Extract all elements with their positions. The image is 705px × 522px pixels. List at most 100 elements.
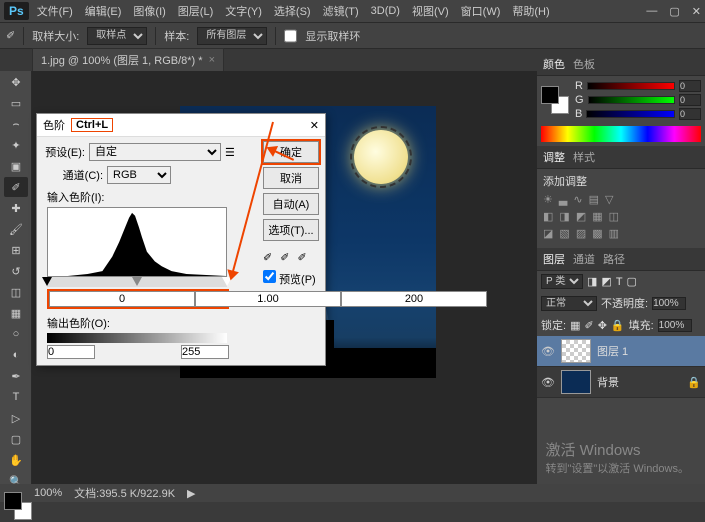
lock-pos-icon[interactable]: ✥ (598, 319, 607, 332)
tab-close-icon[interactable]: × (209, 54, 215, 66)
auto-button[interactable]: 自动(A) (263, 193, 319, 215)
posterize-icon[interactable]: ▧ (559, 227, 569, 240)
blend-mode-select[interactable]: 正常 (541, 296, 597, 311)
menu-filter[interactable]: 滤镜(T) (323, 3, 359, 19)
dodge-tool[interactable]: ◐ (4, 345, 28, 365)
layer-filter-select[interactable]: P 类型 (541, 274, 583, 289)
stamp-tool[interactable]: ⊞ (4, 240, 28, 260)
menu-select[interactable]: 选择(S) (274, 3, 311, 19)
lock-pixels-icon[interactable]: ▦ (570, 319, 580, 332)
filter-icon-2[interactable]: ◩ (601, 275, 611, 288)
close-icon[interactable]: ✕ (692, 5, 701, 18)
menu-help[interactable]: 帮助(H) (512, 3, 549, 19)
menu-3d[interactable]: 3D(D) (371, 5, 400, 17)
eyedropper-white-icon[interactable]: ✐ (297, 251, 306, 264)
preset-menu-icon[interactable]: ☰ (225, 146, 235, 159)
filter-icon-3[interactable]: T (616, 276, 623, 288)
maximize-icon[interactable]: ▢ (669, 5, 679, 18)
eyedropper-black-icon[interactable]: ✐ (263, 251, 272, 264)
options-button[interactable]: 选项(T)... (263, 219, 319, 241)
gradient-tool[interactable]: ▦ (4, 303, 28, 323)
midtone-handle[interactable] (132, 277, 142, 286)
g-input[interactable] (679, 94, 701, 106)
show-ring-checkbox[interactable] (284, 27, 297, 45)
lasso-tool[interactable]: ⌢ (4, 114, 28, 134)
layer-thumb[interactable] (561, 370, 591, 394)
g-slider[interactable] (588, 96, 675, 104)
menu-image[interactable]: 图像(I) (133, 3, 165, 19)
channels-tab[interactable]: 通道 (573, 251, 595, 267)
photo-filter-icon[interactable]: ◩ (576, 210, 586, 223)
channel-mixer-icon[interactable]: ▦ (592, 210, 602, 223)
menu-layer[interactable]: 图层(L) (178, 3, 213, 19)
marquee-tool[interactable]: ▭ (4, 93, 28, 113)
layers-tab[interactable]: 图层 (543, 251, 565, 267)
vibrance-icon[interactable]: ▽ (605, 193, 613, 206)
menu-edit[interactable]: 编辑(E) (85, 3, 122, 19)
swatches-tab[interactable]: 色板 (573, 56, 595, 72)
layer-name[interactable]: 背景 (597, 374, 619, 390)
filter-icon-4[interactable]: ▢ (627, 275, 637, 288)
menu-window[interactable]: 窗口(W) (461, 3, 501, 19)
color-tab[interactable]: 颜色 (543, 56, 565, 72)
visibility-icon[interactable]: 👁 (541, 345, 555, 358)
hue-icon[interactable]: ◧ (543, 210, 553, 223)
preset-select[interactable]: 自定 (89, 143, 221, 161)
layer-row-bg[interactable]: 👁 背景 🔒 (537, 367, 705, 398)
shape-tool[interactable]: ▢ (4, 429, 28, 449)
output-gradient[interactable] (47, 333, 227, 343)
dialog-titlebar[interactable]: 色阶 Ctrl+L ✕ (37, 114, 325, 137)
levels-icon[interactable]: ▃ (559, 193, 567, 206)
document-tab[interactable]: 1.jpg @ 100% (图层 1, RGB/8*) * × (32, 48, 224, 71)
output-low-input[interactable] (47, 345, 95, 359)
filter-icon-1[interactable]: ◨ (587, 275, 597, 288)
eyedropper-gray-icon[interactable]: ✐ (280, 251, 289, 264)
layer-name[interactable]: 图层 1 (597, 343, 628, 359)
dialog-close-icon[interactable]: ✕ (310, 119, 319, 132)
menu-view[interactable]: 视图(V) (412, 3, 449, 19)
menu-type[interactable]: 文字(Y) (225, 3, 262, 19)
r-slider[interactable] (587, 82, 675, 90)
chevron-right-icon[interactable]: ▶ (187, 487, 195, 500)
eyedropper-tool[interactable]: ✐ (4, 177, 28, 197)
spectrum-bar[interactable] (541, 126, 701, 142)
curves-icon[interactable]: ∿ (573, 193, 582, 206)
layer-thumb[interactable] (561, 339, 591, 363)
wand-tool[interactable]: ✦ (4, 135, 28, 155)
menu-file[interactable]: 文件(F) (37, 3, 73, 19)
cancel-button[interactable]: 取消 (263, 167, 319, 189)
r-input[interactable] (679, 80, 701, 92)
exposure-icon[interactable]: ▤ (589, 193, 599, 206)
threshold-icon[interactable]: ▨ (576, 227, 586, 240)
heal-tool[interactable]: ✚ (4, 198, 28, 218)
midtone-input[interactable] (195, 291, 341, 307)
channel-select[interactable]: RGB (107, 166, 171, 184)
text-tool[interactable]: T (4, 387, 28, 407)
selective-color-icon[interactable]: ▥ (609, 227, 619, 240)
brightness-icon[interactable]: ☀ (543, 193, 553, 206)
lock-paint-icon[interactable]: ✐ (584, 319, 593, 332)
brush-tool[interactable]: 🖌 (4, 219, 28, 239)
document-info[interactable]: 文档:395.5 K/922.9K (74, 485, 175, 501)
zoom-level[interactable]: 100% (34, 487, 62, 499)
minimize-icon[interactable]: — (646, 5, 657, 18)
bw-icon[interactable]: ◨ (559, 210, 569, 223)
hand-tool[interactable]: ✋ (4, 450, 28, 470)
visibility-icon[interactable]: 👁 (541, 376, 555, 389)
fg-bg-swatch[interactable] (541, 86, 571, 116)
gradient-map-icon[interactable]: ▩ (592, 227, 602, 240)
preview-checkbox[interactable] (263, 270, 276, 283)
lock-all-icon[interactable]: 🔒 (611, 319, 625, 332)
opacity-input[interactable] (652, 297, 686, 310)
sample-size-select[interactable]: 取样点 (87, 27, 147, 45)
crop-tool[interactable]: ▣ (4, 156, 28, 176)
path-tool[interactable]: ▷ (4, 408, 28, 428)
blur-tool[interactable]: ○ (4, 324, 28, 344)
history-brush-tool[interactable]: ↺ (4, 261, 28, 281)
shadow-handle[interactable] (42, 277, 52, 286)
shadow-input[interactable] (49, 291, 195, 307)
input-slider[interactable] (47, 277, 227, 287)
b-slider[interactable] (586, 110, 675, 118)
paths-tab[interactable]: 路径 (603, 251, 625, 267)
styles-tab[interactable]: 样式 (573, 149, 595, 165)
